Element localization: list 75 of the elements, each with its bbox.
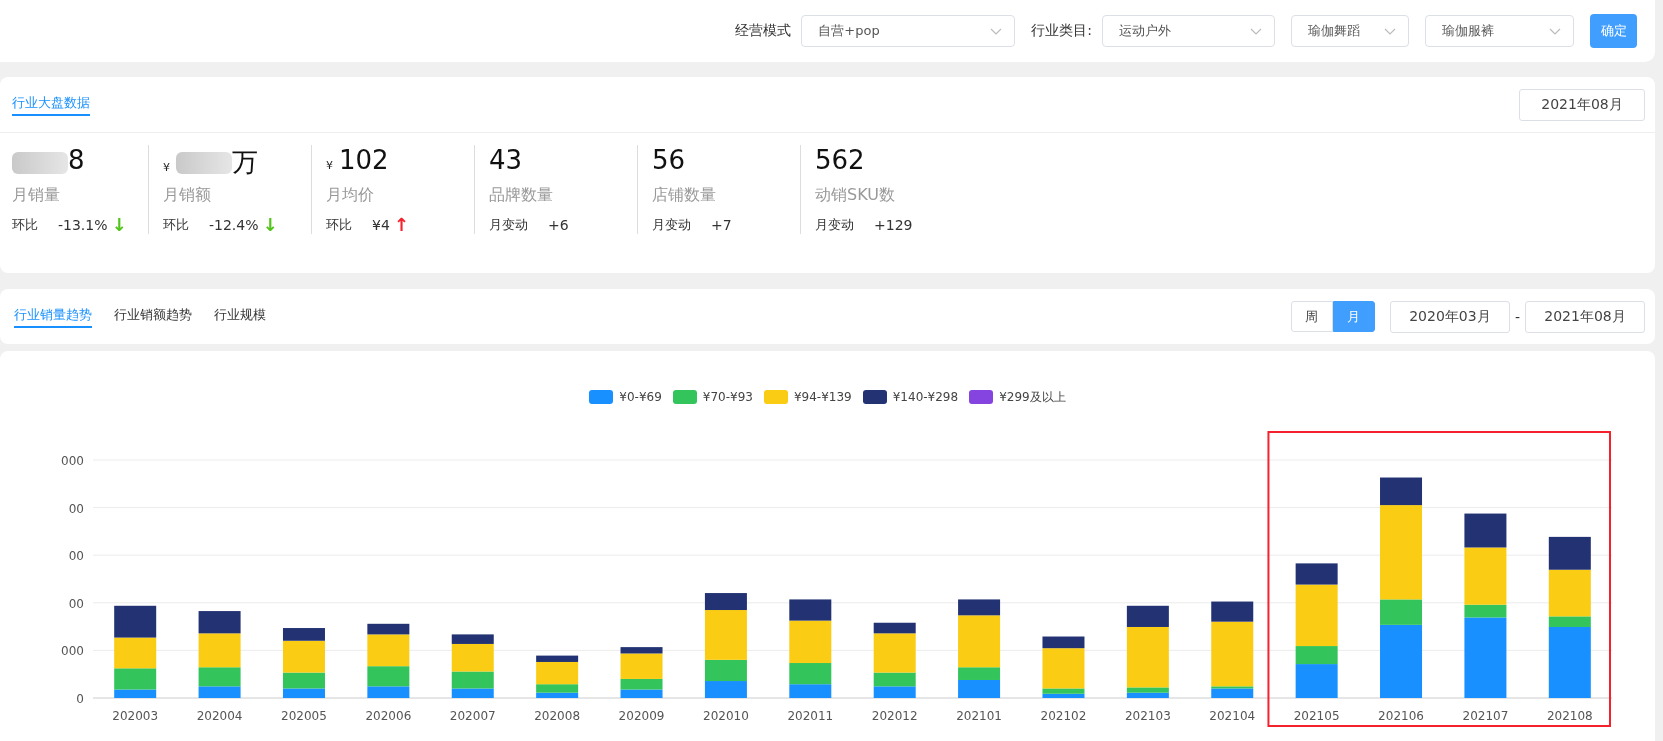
metric-value: 8 xyxy=(68,145,85,175)
x-axis-label: 202102 xyxy=(1040,709,1087,723)
x-axis-label: 202101 xyxy=(956,709,1002,723)
filter-label: 行业类目: xyxy=(1031,22,1092,40)
trend-arrow: ↓ xyxy=(111,216,127,234)
change-value: +7 xyxy=(711,217,732,233)
currency-symbol: ¥ xyxy=(163,161,170,174)
x-axis-label: 202003 xyxy=(112,709,159,723)
x-axis-label: 202104 xyxy=(1209,709,1256,723)
change-value: -12.4% xyxy=(209,217,259,233)
legend-label: ¥94-¥139 xyxy=(793,390,852,404)
x-axis-label: 202107 xyxy=(1462,709,1509,723)
metric-label: 月均价 xyxy=(326,185,375,206)
caret-icon xyxy=(990,27,1003,35)
y-axis-label: 000 xyxy=(61,454,84,468)
metric-label: 动销SKU数 xyxy=(815,185,896,206)
x-axis-label: 202010 xyxy=(703,709,749,723)
y-axis-label: 000 xyxy=(61,644,84,659)
legend-label: ¥0-¥69 xyxy=(619,390,662,404)
legend-label: ¥140-¥298 xyxy=(892,390,959,404)
caret-icon xyxy=(1549,27,1561,35)
metric-value: 562 xyxy=(815,145,865,175)
currency-symbol: ¥ xyxy=(326,159,333,172)
chart-tab[interactable]: 行业规模 xyxy=(214,305,266,328)
trend-arrow: ↑ xyxy=(393,216,409,234)
metric-value: 56 xyxy=(652,145,686,175)
y-axis-label: 00 xyxy=(68,501,84,516)
filter-dropdown[interactable]: 自营+pop xyxy=(801,15,1016,47)
change-label: 月变动 xyxy=(815,216,854,234)
y-axis-label: 00 xyxy=(68,549,84,564)
change-value: +129 xyxy=(874,217,913,233)
x-axis-label: 202004 xyxy=(196,709,243,723)
legend-label: ¥70-¥93 xyxy=(702,390,753,404)
filter-dropdown[interactable]: 瑜伽服裤 xyxy=(1425,15,1574,47)
change-label: 环比 xyxy=(12,216,38,234)
caret-icon xyxy=(1250,27,1262,35)
x-axis-label: 202006 xyxy=(365,709,412,723)
change-value: ¥4 xyxy=(372,217,390,233)
metric-label: 店铺数量 xyxy=(652,185,717,206)
x-axis-label: 202005 xyxy=(281,709,327,723)
x-axis-label: 202103 xyxy=(1124,709,1171,723)
change-label: 月变动 xyxy=(652,216,691,234)
x-axis-label: 202012 xyxy=(871,709,918,723)
y-axis-label: 00 xyxy=(68,596,84,611)
chart-tab[interactable]: 行业销额趋势 xyxy=(114,305,192,328)
change-label: 月变动 xyxy=(489,216,528,234)
filter-dropdown[interactable]: 运动户外 xyxy=(1102,15,1275,47)
change-value: +6 xyxy=(548,217,569,233)
trend-arrow: ↓ xyxy=(262,216,278,234)
filter-dropdown[interactable]: 瑜伽舞蹈 xyxy=(1291,15,1409,47)
metric-value: 102 xyxy=(339,145,389,175)
y-axis-label: 0 xyxy=(76,692,84,706)
caret-icon xyxy=(1384,27,1396,35)
x-axis-label: 202007 xyxy=(449,709,496,723)
x-axis-label: 202106 xyxy=(1378,709,1424,723)
metric-label: 品牌数量 xyxy=(489,185,554,206)
x-axis-label: 202011 xyxy=(787,709,834,723)
metric-label: 月销量 xyxy=(12,185,61,206)
month-picker[interactable]: 2021年08月 xyxy=(1519,88,1645,121)
range-separator: - xyxy=(1514,308,1520,325)
x-axis-label: 202108 xyxy=(1546,709,1593,723)
change-label: 环比 xyxy=(326,216,352,234)
change-label: 环比 xyxy=(163,216,189,234)
period-toggle-button[interactable]: 周 xyxy=(1290,301,1333,332)
x-axis-label: 202105 xyxy=(1293,709,1340,723)
metric-value: 万 xyxy=(232,146,258,179)
legend-label: ¥299及以上 xyxy=(999,388,1066,406)
metric-label: 月销额 xyxy=(163,185,212,206)
change-value: -13.1% xyxy=(58,217,108,233)
x-axis-label: 202009 xyxy=(618,709,665,723)
metric-value: 43 xyxy=(489,145,523,175)
start-date-field[interactable]: 2020年03月 xyxy=(1389,300,1510,333)
x-axis-label: 202008 xyxy=(534,709,581,723)
end-date-field[interactable]: 2021年08月 xyxy=(1525,300,1645,333)
filter-label: 经营模式 xyxy=(735,22,792,40)
